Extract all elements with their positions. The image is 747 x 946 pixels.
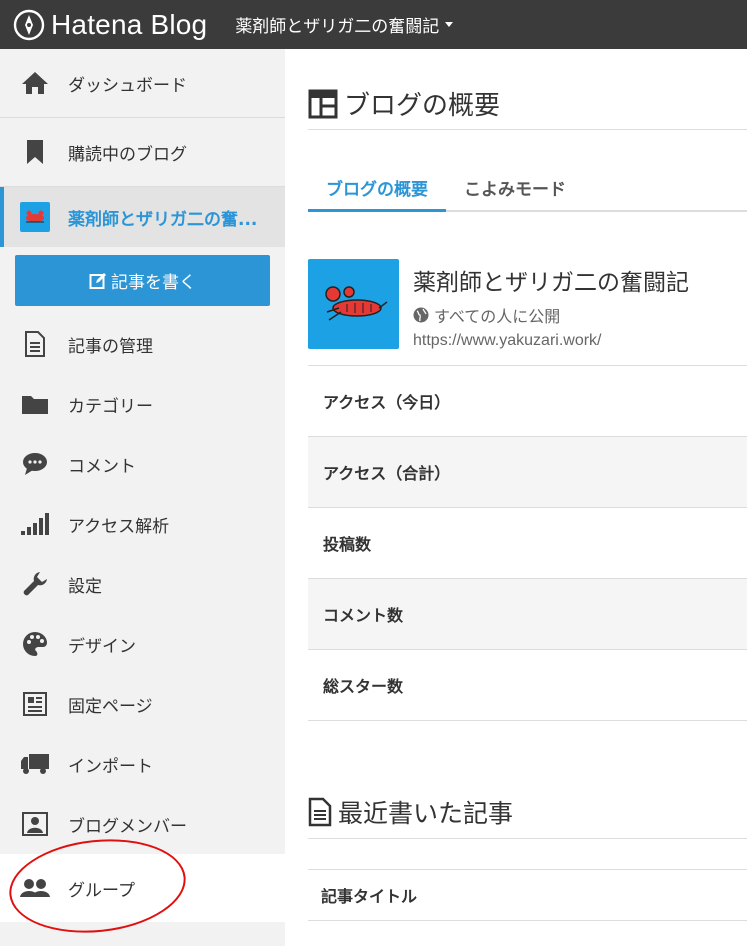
member-icon [20,811,50,837]
document-icon [20,331,50,357]
stat-row-post-count: 投稿数 [308,508,747,579]
truck-icon [20,751,50,777]
sidebar-item-categories[interactable]: カテゴリー [0,374,285,434]
wrench-icon [20,571,50,597]
sidebar-item-articles[interactable]: 記事の管理 [0,314,285,374]
signal-icon [20,511,50,537]
blog-summary: 薬剤師とザリガ二の奮闘記 すべての人に公開 https://www.yakuza… [308,259,747,365]
globe-icon [413,307,429,323]
sidebar-item-label: アクセス解析 [68,516,170,537]
newspaper-icon [20,691,50,717]
hatena-logo[interactable]: Hatena Blog [13,9,207,41]
sidebar-item-label: デザイン [68,636,136,657]
blog-info: 薬剤師とザリガ二の奮闘記 すべての人に公開 https://www.yakuza… [413,259,689,365]
edit-icon [89,272,106,289]
sidebar-item-import[interactable]: インポート [0,734,285,794]
layout-icon [308,89,338,118]
caret-down-icon [445,22,454,27]
tab-calendar-mode[interactable]: こよみモード [446,167,584,212]
tab-overview[interactable]: ブログの概要 [308,167,446,212]
visibility-label: すべての人に公開 [434,307,561,326]
sidebar-item-label: グループ [68,880,135,901]
stats-table: アクセス（今日） アクセス（合計） 投稿数 コメント数 総スター数 [308,365,747,721]
recent-articles-title-text: 最近書いた記事 [338,799,514,828]
sidebar-item-label: ダッシュボード [68,75,187,96]
sidebar-item-subscriptions[interactable]: 購読中のブログ [0,118,285,187]
sidebar-item-label: 記事の管理 [68,336,153,357]
sidebar-item-static-pages[interactable]: 固定ページ [0,674,285,734]
sidebar-item-label: 薬剤師とザリガ二の奮... [68,209,258,230]
sidebar-item-label: ブログメンバー [68,816,187,837]
bookmark-icon [20,139,50,165]
hatena-pen-icon [13,9,45,40]
folder-icon [20,391,50,417]
top-bar: Hatena Blog 薬剤師とザリガ二の奮闘記 [0,0,747,49]
tab-bar: ブログの概要 こよみモード [308,167,747,212]
stat-row-access-today: アクセス（今日） [308,366,747,437]
comment-icon [20,451,50,477]
sidebar-item-current-blog[interactable]: 薬剤師とザリガ二の奮... [0,187,285,247]
blog-thumbnail[interactable] [308,259,399,349]
palette-icon [20,631,50,657]
sidebar-item-label: 設定 [68,576,102,597]
page-title: ブログの概要 [308,85,500,122]
home-icon [20,70,50,96]
sidebar-item-label: コメント [68,456,136,477]
sidebar-item-label: インポート [68,756,153,777]
sidebar-item-groups[interactable]: グループ [0,854,285,922]
recent-articles-column-header: 記事タイトル [308,869,747,921]
main-content: ブログの概要 ブログの概要 こよみモード 薬剤師とザリガ二の奮闘記 すべての人に… [285,49,747,946]
stat-row-star-count: 総スター数 [308,650,747,721]
group-icon [20,875,50,901]
blog-switcher-label: 薬剤師とザリガ二の奮闘記 [235,17,440,37]
sidebar-item-label: カテゴリー [68,396,153,417]
blog-thumbnail-icon [20,202,50,232]
page-title-text: ブログの概要 [344,91,501,121]
logo-text: Hatena Blog [51,8,208,40]
sidebar-item-design[interactable]: デザイン [0,614,285,674]
blog-url-link[interactable]: https://www.yakuzari.work/ [413,332,689,350]
sidebar-item-analytics[interactable]: アクセス解析 [0,494,285,554]
sidebar: ダッシュボード 購読中のブログ 薬剤師とザリガ二の奮... 記事を書く 記事の管… [0,49,285,946]
crayfish-icon [324,286,387,321]
document-icon [308,797,332,827]
sidebar-item-members[interactable]: ブログメンバー [0,794,285,854]
sidebar-item-label: 固定ページ [68,696,153,717]
stat-row-access-total: アクセス（合計） [308,437,747,508]
sidebar-item-label: 購読中のブログ [68,144,187,165]
sidebar-item-settings[interactable]: 設定 [0,554,285,614]
blog-name[interactable]: 薬剤師とザリガ二の奮闘記 [413,263,689,297]
sidebar-item-comments[interactable]: コメント [0,434,285,494]
recent-articles-title: 最近書いた記事 [308,794,513,830]
write-article-button[interactable]: 記事を書く [15,255,270,306]
write-article-label: 記事を書く [111,273,196,293]
divider [308,838,747,839]
stat-row-comment-count: コメント数 [308,579,747,650]
blog-overview: 薬剤師とザリガ二の奮闘記 すべての人に公開 https://www.yakuza… [308,259,747,721]
divider [308,129,747,130]
blog-switcher[interactable]: 薬剤師とザリガ二の奮闘記 [235,12,454,37]
visibility-status: すべての人に公開 [413,303,689,327]
sidebar-item-dashboard[interactable]: ダッシュボード [0,49,285,118]
